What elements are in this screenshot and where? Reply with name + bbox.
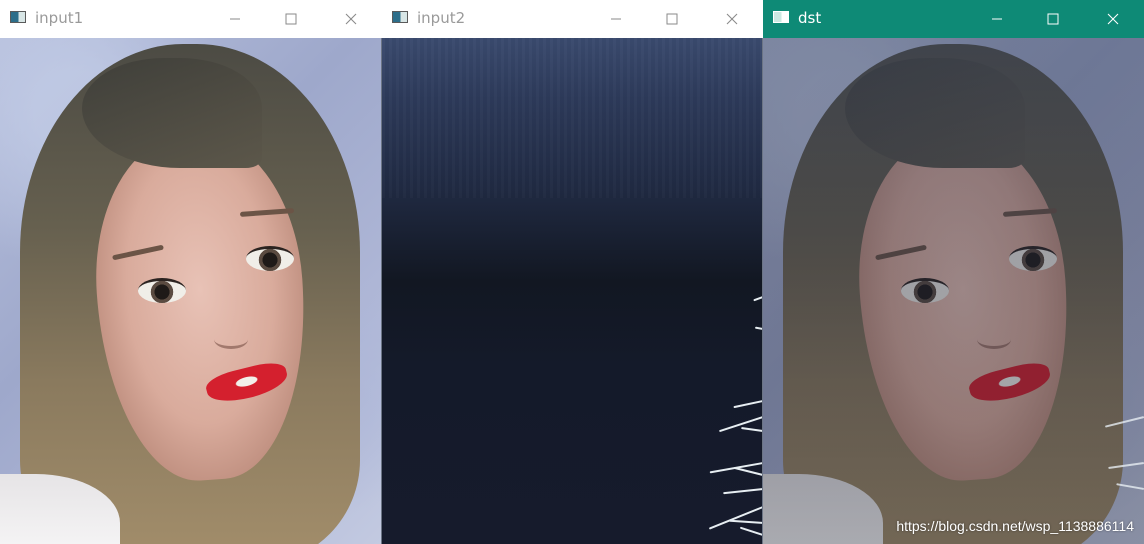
- watermark-text: https://blog.csdn.net/wsp_1138886114: [896, 518, 1134, 534]
- fiber-strand: [708, 506, 763, 530]
- window-title: dst: [798, 9, 822, 27]
- titlebar[interactable]: dst: [763, 0, 1144, 38]
- window-input1[interactable]: input1: [0, 0, 382, 544]
- fiber-strand: [739, 526, 763, 536]
- close-icon: [726, 13, 738, 25]
- close-icon: [1107, 13, 1119, 25]
- blended-image: https://blog.csdn.net/wsp_1138886114: [763, 38, 1144, 544]
- titlebar[interactable]: input2: [382, 0, 763, 38]
- minimize-icon: [230, 18, 240, 20]
- texture: [382, 38, 763, 198]
- desktop: input1 input2 dst https://blog.csdn.net/…: [0, 0, 1144, 544]
- window-dst[interactable]: dst https://blog.csdn.net/wsp_1138886114: [763, 0, 1144, 544]
- maximize-button[interactable]: [268, 0, 314, 38]
- blend-overlay: [763, 38, 1144, 544]
- app-window-icon: [10, 11, 26, 23]
- minimize-icon: [992, 18, 1002, 20]
- eye: [246, 246, 294, 271]
- window-title: input1: [35, 9, 84, 27]
- eye: [138, 278, 186, 303]
- minimize-button[interactable]: [974, 0, 1020, 38]
- dark-background-image: [382, 38, 763, 544]
- close-button[interactable]: [709, 0, 755, 38]
- maximize-button[interactable]: [649, 0, 695, 38]
- window-title: input2: [417, 9, 466, 27]
- fiber-strand: [733, 466, 763, 476]
- minimize-button[interactable]: [212, 0, 258, 38]
- maximize-icon: [1047, 13, 1059, 25]
- fiber-strand: [723, 488, 763, 495]
- nose: [214, 330, 248, 349]
- titlebar[interactable]: input1: [0, 0, 382, 38]
- fiber-strand: [741, 426, 763, 432]
- minimize-icon: [611, 18, 621, 20]
- close-button[interactable]: [1090, 0, 1136, 38]
- maximize-button[interactable]: [1030, 0, 1076, 38]
- image-canvas: [382, 38, 763, 544]
- app-window-icon: [773, 11, 789, 23]
- close-icon: [345, 13, 357, 25]
- maximize-icon: [285, 13, 297, 25]
- fiber-strand: [733, 400, 763, 409]
- fiber-strand: [729, 519, 763, 524]
- image-canvas: [0, 38, 382, 544]
- image-canvas: https://blog.csdn.net/wsp_1138886114: [763, 38, 1144, 544]
- app-window-icon: [392, 11, 408, 23]
- maximize-icon: [666, 13, 678, 25]
- close-button[interactable]: [328, 0, 374, 38]
- window-input2[interactable]: input2: [382, 0, 763, 544]
- minimize-button[interactable]: [593, 0, 639, 38]
- portrait-image: [0, 38, 382, 544]
